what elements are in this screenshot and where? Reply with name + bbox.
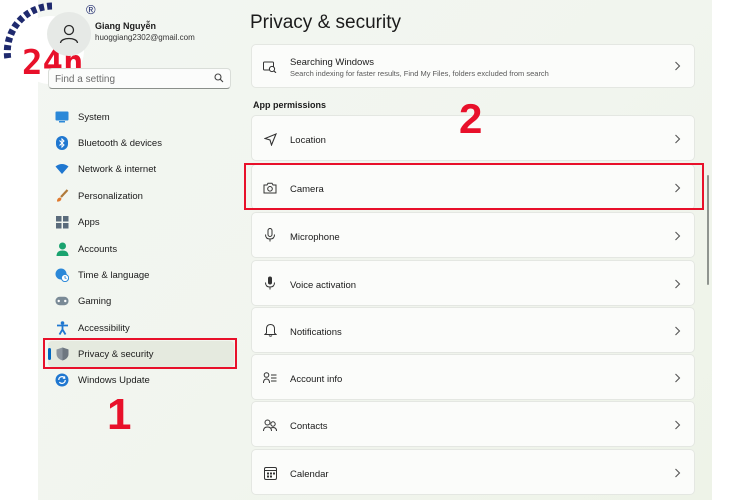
user-email: huoggiang2302@gmail.com (95, 33, 195, 42)
searching-windows-card[interactable]: Searching Windows Search indexing for fa… (251, 44, 695, 88)
page-margin (712, 0, 750, 500)
sidebar-item-label: Gaming (78, 295, 112, 307)
sidebar-item-apps[interactable]: Apps (48, 209, 234, 235)
contacts-icon (263, 418, 277, 432)
chevron-right-icon (675, 231, 681, 241)
sidebar-item-label: Network & internet (78, 163, 157, 175)
sidebar-item-label: System (78, 111, 110, 123)
scrollbar-thumb[interactable] (707, 175, 709, 285)
step-number-1: 1 (107, 390, 132, 439)
user-name: Giang Nguyễn (95, 21, 157, 31)
highlight-box-camera (244, 163, 704, 210)
microphone-icon (263, 228, 277, 242)
permission-label: Notifications (290, 327, 342, 338)
page-title: Privacy & security (250, 12, 401, 33)
permission-microphone[interactable]: Microphone (251, 212, 695, 258)
search-windows-icon (263, 60, 277, 74)
sidebar-item-label: Apps (78, 216, 100, 228)
sidebar-item-label: Time & language (78, 269, 150, 281)
permission-calendar[interactable]: Calendar (251, 449, 695, 495)
globe-clock-icon (55, 268, 69, 282)
account-info-icon (263, 371, 277, 385)
location-icon (263, 132, 277, 146)
bell-icon (263, 323, 277, 337)
chevron-right-icon (675, 420, 681, 430)
bluetooth-icon (55, 136, 69, 150)
sidebar-item-gaming[interactable]: Gaming (48, 288, 234, 314)
wifi-icon (55, 162, 69, 176)
avatar[interactable] (47, 12, 91, 56)
permission-account-info[interactable]: Account info (251, 354, 695, 400)
permission-label: Account info (290, 374, 343, 385)
permission-label: Location (290, 135, 326, 146)
search-input[interactable] (55, 72, 205, 86)
permission-label: Microphone (290, 232, 340, 243)
permission-label: Contacts (290, 421, 328, 432)
sidebar-item-label: Windows Update (78, 374, 150, 386)
sidebar-item-label: Bluetooth & devices (78, 137, 162, 149)
permission-label: Voice activation (290, 280, 357, 291)
sidebar-item-personalization[interactable]: Personalization (48, 183, 234, 209)
gamepad-icon (55, 294, 69, 308)
system-icon (55, 110, 69, 124)
card-subtitle: Search indexing for faster results, Find… (290, 69, 549, 78)
registered-mark: ® (86, 2, 96, 17)
calendar-icon (263, 466, 277, 480)
search-icon[interactable] (214, 73, 224, 83)
permission-notifications[interactable]: Notifications (251, 307, 695, 353)
chevron-right-icon (675, 326, 681, 336)
section-label-app-permissions: App permissions (253, 100, 327, 110)
brush-icon (55, 189, 69, 203)
voice-icon (263, 276, 277, 290)
step-number-2: 2 (459, 95, 483, 142)
sidebar-item-time-language[interactable]: Time & language (48, 262, 234, 288)
chevron-right-icon (675, 134, 681, 144)
sidebar-item-label: Accessibility (78, 322, 130, 334)
update-icon (55, 373, 69, 387)
card-title: Searching Windows (290, 57, 374, 68)
apps-icon (55, 215, 69, 229)
chevron-right-icon (675, 279, 681, 289)
permission-contacts[interactable]: Contacts (251, 401, 695, 447)
sidebar-item-bluetooth[interactable]: Bluetooth & devices (48, 130, 234, 156)
chevron-right-icon (675, 61, 681, 71)
sidebar-item-label: Personalization (78, 190, 143, 202)
highlight-box-privacy (43, 338, 237, 369)
accessibility-icon (55, 321, 69, 335)
person-icon (55, 242, 69, 256)
sidebar-item-network[interactable]: Network & internet (48, 156, 234, 182)
sidebar-item-system[interactable]: System (48, 104, 234, 130)
permission-voice-activation[interactable]: Voice activation (251, 260, 695, 306)
person-icon (59, 24, 79, 44)
sidebar-item-label: Accounts (78, 243, 118, 255)
sidebar-item-windows-update[interactable]: Windows Update (48, 367, 234, 393)
permission-label: Calendar (290, 469, 329, 480)
search-box[interactable] (48, 68, 231, 89)
sidebar-item-accounts[interactable]: Accounts (48, 236, 234, 262)
chevron-right-icon (675, 373, 681, 383)
chevron-right-icon (675, 468, 681, 478)
